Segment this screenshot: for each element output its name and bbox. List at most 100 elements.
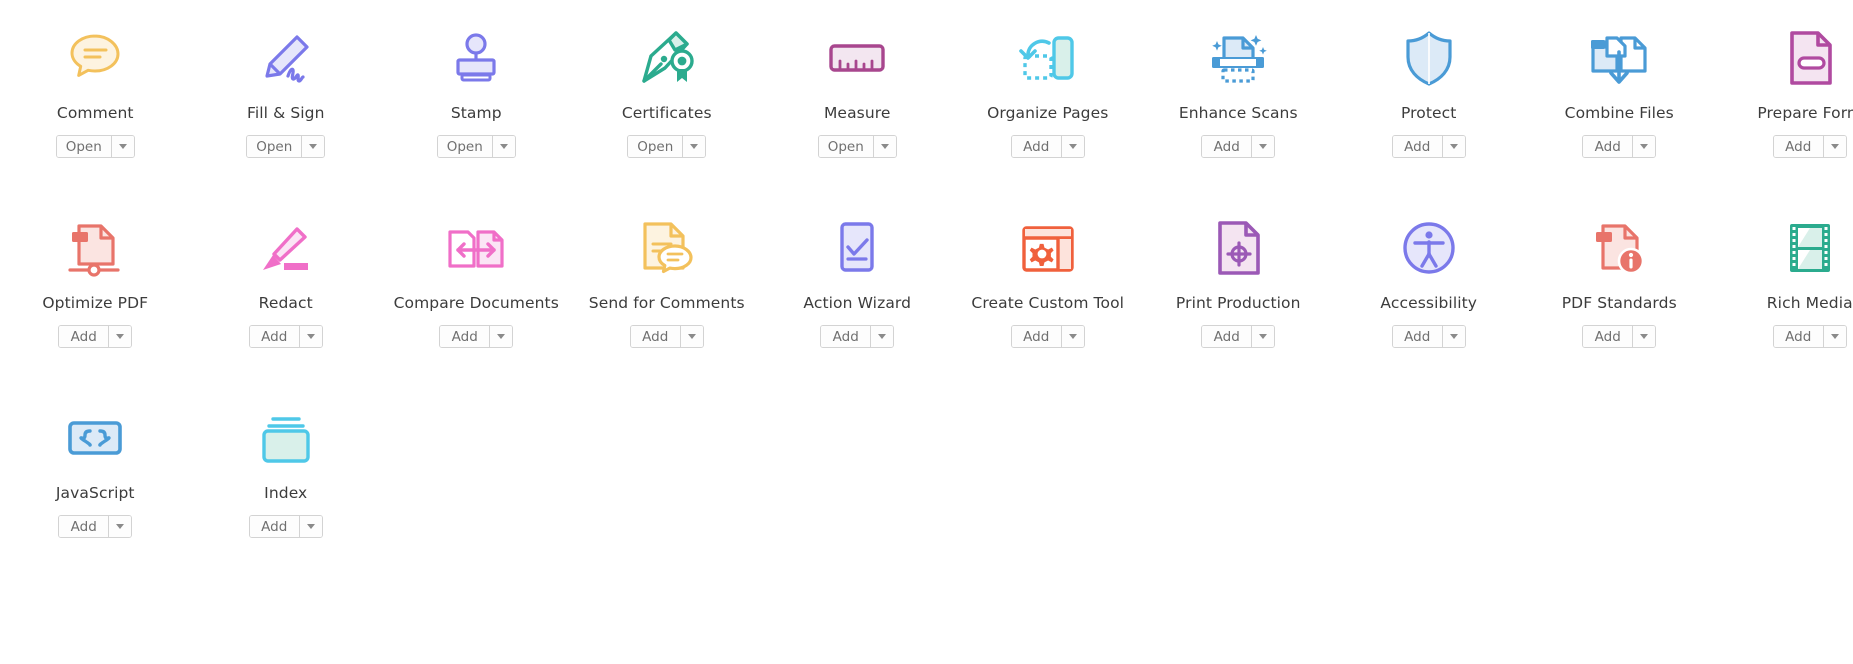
shield-icon[interactable]: [1393, 22, 1465, 94]
tool-tile-rich-media[interactable]: Rich Media Add: [1715, 198, 1853, 388]
tool-tile-combine-files[interactable]: Combine Files Add: [1524, 8, 1715, 198]
chevron-down-icon[interactable]: [298, 516, 322, 537]
optimize-doc-icon[interactable]: [59, 212, 131, 284]
add-button[interactable]: Add: [440, 326, 490, 347]
tool-action-split-button[interactable]: Add: [1391, 325, 1466, 348]
open-button[interactable]: Open: [628, 136, 683, 157]
add-button[interactable]: Add: [59, 326, 109, 347]
tool-tile-javascript[interactable]: JavaScript Add: [0, 388, 191, 578]
chevron-down-icon[interactable]: [301, 136, 325, 157]
tool-action-split-button[interactable]: Add: [1201, 135, 1276, 158]
open-button[interactable]: Open: [818, 136, 873, 157]
chevron-down-icon[interactable]: [1632, 326, 1656, 347]
tool-tile-fill-sign[interactable]: Fill & Sign Open: [191, 8, 382, 198]
tool-tile-optimize-pdf[interactable]: Optimize PDF Add: [0, 198, 191, 388]
tool-action-split-button[interactable]: Open: [246, 135, 326, 158]
tool-tile-redact[interactable]: Redact Add: [191, 198, 382, 388]
add-button[interactable]: Add: [630, 326, 680, 347]
chevron-down-icon[interactable]: [1441, 136, 1465, 157]
tool-tile-print-production[interactable]: Print Production Add: [1143, 198, 1334, 388]
chevron-down-icon[interactable]: [108, 516, 132, 537]
doc-comment-icon[interactable]: [631, 212, 703, 284]
tool-action-split-button[interactable]: Add: [1772, 325, 1847, 348]
tool-tile-send-for-comments[interactable]: Send for Comments Add: [572, 198, 763, 388]
tool-action-split-button[interactable]: Add: [248, 325, 323, 348]
checklist-page-icon[interactable]: [821, 212, 893, 284]
tool-action-split-button[interactable]: Add: [1010, 325, 1085, 348]
combine-files-icon[interactable]: [1583, 22, 1655, 94]
tool-tile-prepare-form[interactable]: Prepare Form Add: [1715, 8, 1853, 198]
add-button[interactable]: Add: [1773, 136, 1823, 157]
tool-action-split-button[interactable]: Add: [58, 515, 133, 538]
tool-tile-measure[interactable]: Measure Open: [762, 8, 953, 198]
add-button[interactable]: Add: [1392, 326, 1442, 347]
chevron-down-icon[interactable]: [872, 136, 896, 157]
tool-tile-certificates[interactable]: Certificates Open: [572, 8, 763, 198]
tool-tile-action-wizard[interactable]: Action Wizard Add: [762, 198, 953, 388]
tool-action-split-button[interactable]: Add: [439, 325, 514, 348]
add-button[interactable]: Add: [1011, 136, 1061, 157]
tool-action-split-button[interactable]: Open: [817, 135, 897, 158]
chevron-down-icon[interactable]: [1822, 326, 1846, 347]
tool-action-split-button[interactable]: Add: [1201, 325, 1276, 348]
add-button[interactable]: Add: [821, 326, 871, 347]
chevron-down-icon[interactable]: [108, 326, 132, 347]
tool-action-split-button[interactable]: Open: [436, 135, 516, 158]
code-braces-icon[interactable]: [59, 402, 131, 474]
add-button[interactable]: Add: [1011, 326, 1061, 347]
tool-action-split-button[interactable]: Open: [627, 135, 707, 158]
tool-tile-organize-pages[interactable]: Organize Pages Add: [953, 8, 1144, 198]
add-button[interactable]: Add: [249, 516, 299, 537]
chevron-down-icon[interactable]: [298, 326, 322, 347]
compare-docs-icon[interactable]: [440, 212, 512, 284]
tool-tile-enhance-scans[interactable]: Enhance Scans Add: [1143, 8, 1334, 198]
chevron-down-icon[interactable]: [682, 136, 706, 157]
tool-action-split-button[interactable]: Add: [58, 325, 133, 348]
tool-tile-protect[interactable]: Protect Add: [1334, 8, 1525, 198]
add-button[interactable]: Add: [249, 326, 299, 347]
tool-tile-compare-documents[interactable]: Compare Documents Add: [381, 198, 572, 388]
chevron-down-icon[interactable]: [110, 136, 134, 157]
tool-action-split-button[interactable]: Add: [1772, 135, 1847, 158]
doc-crosshair-icon[interactable]: [1202, 212, 1274, 284]
tool-tile-pdf-standards[interactable]: PDF Standards Add: [1524, 198, 1715, 388]
add-button[interactable]: Add: [59, 516, 109, 537]
comment-bubble-icon[interactable]: [59, 22, 131, 94]
page-rotate-icon[interactable]: [1012, 22, 1084, 94]
chevron-down-icon[interactable]: [1441, 326, 1465, 347]
pen-nib-seal-icon[interactable]: [631, 22, 703, 94]
pencil-signature-icon[interactable]: [250, 22, 322, 94]
tool-tile-stamp[interactable]: Stamp Open: [381, 8, 572, 198]
accessibility-icon[interactable]: [1393, 212, 1465, 284]
chevron-down-icon[interactable]: [489, 326, 513, 347]
open-button[interactable]: Open: [247, 136, 302, 157]
add-button[interactable]: Add: [1583, 326, 1633, 347]
add-button[interactable]: Add: [1773, 326, 1823, 347]
add-button[interactable]: Add: [1202, 136, 1252, 157]
tool-action-split-button[interactable]: Open: [55, 135, 135, 158]
open-button[interactable]: Open: [56, 136, 111, 157]
tool-action-split-button[interactable]: Add: [1010, 135, 1085, 158]
add-button[interactable]: Add: [1202, 326, 1252, 347]
stamp-icon[interactable]: [440, 22, 512, 94]
chevron-down-icon[interactable]: [1251, 136, 1275, 157]
tool-action-split-button[interactable]: Add: [248, 515, 323, 538]
tool-action-split-button[interactable]: Add: [629, 325, 704, 348]
chevron-down-icon[interactable]: [1060, 326, 1084, 347]
tool-action-split-button[interactable]: Add: [820, 325, 895, 348]
tool-tile-comment[interactable]: Comment Open: [0, 8, 191, 198]
ruler-icon[interactable]: [821, 22, 893, 94]
chevron-down-icon[interactable]: [1060, 136, 1084, 157]
doc-info-icon[interactable]: [1583, 212, 1655, 284]
tool-action-split-button[interactable]: Add: [1391, 135, 1466, 158]
chevron-down-icon[interactable]: [1251, 326, 1275, 347]
film-strip-icon[interactable]: [1774, 212, 1846, 284]
chevron-down-icon[interactable]: [1632, 136, 1656, 157]
index-card-icon[interactable]: [250, 402, 322, 474]
tool-action-split-button[interactable]: Add: [1582, 135, 1657, 158]
tool-tile-create-custom-tool[interactable]: Create Custom Tool Add: [953, 198, 1144, 388]
window-gear-icon[interactable]: [1012, 212, 1084, 284]
chevron-down-icon[interactable]: [679, 326, 703, 347]
tool-tile-accessibility[interactable]: Accessibility Add: [1334, 198, 1525, 388]
form-field-doc-icon[interactable]: [1774, 22, 1846, 94]
